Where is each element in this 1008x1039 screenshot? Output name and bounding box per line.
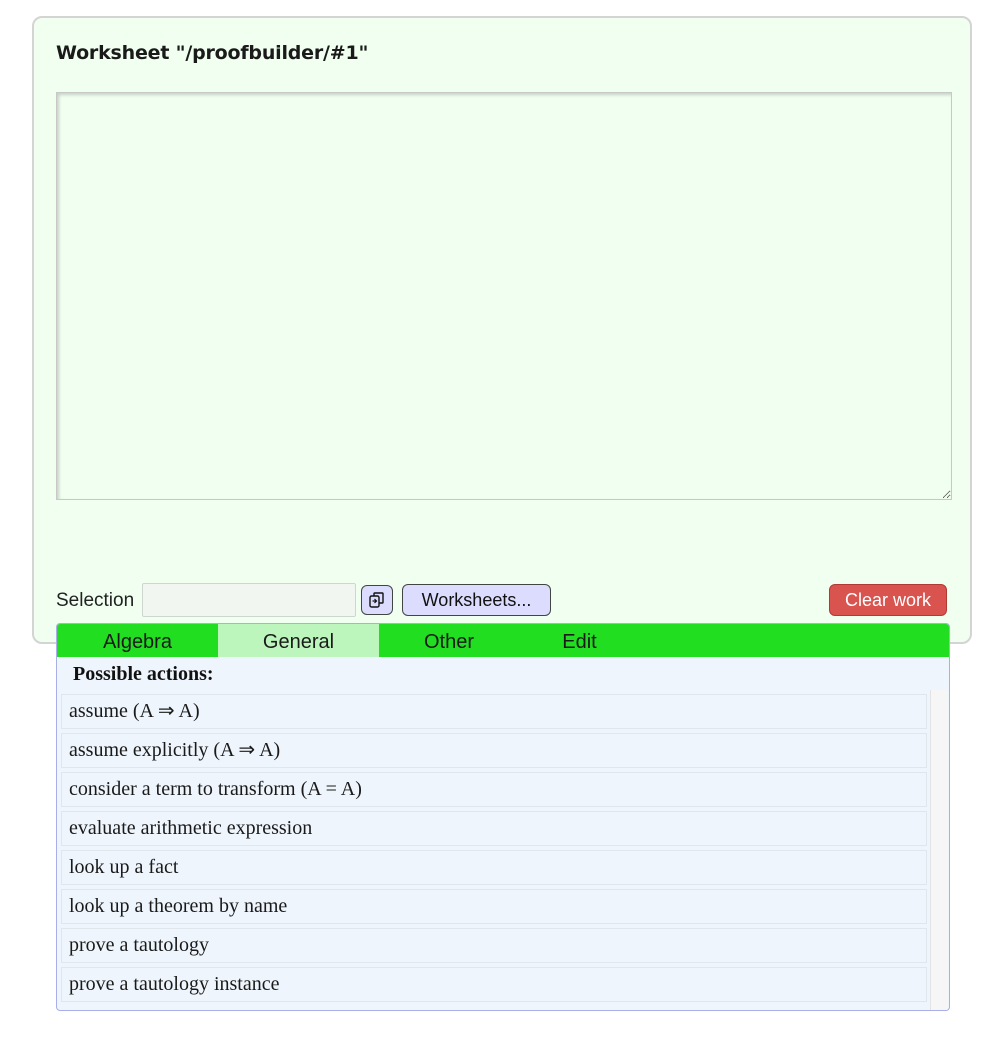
tab-general[interactable]: General bbox=[218, 624, 379, 657]
action-item-look-up-fact[interactable]: look up a fact bbox=[61, 850, 927, 885]
action-item-look-up-theorem[interactable]: look up a theorem by name bbox=[61, 889, 927, 924]
selection-input[interactable] bbox=[142, 583, 356, 617]
action-item-prove-tautology-instance[interactable]: prove a tautology instance bbox=[61, 967, 927, 1002]
action-item-prove-tautology[interactable]: prove a tautology bbox=[61, 928, 927, 963]
action-item-consider-term[interactable]: consider a term to transform (A = A) bbox=[61, 772, 927, 807]
action-item-assume-explicitly[interactable]: assume explicitly (A ⇒ A) bbox=[61, 733, 927, 768]
tab-other[interactable]: Other bbox=[379, 624, 519, 657]
clear-work-button[interactable]: Clear work bbox=[829, 584, 947, 616]
action-list: assume (A ⇒ A) assume explicitly (A ⇒ A)… bbox=[61, 694, 927, 1006]
worksheet-title: Worksheet "/proofbuilder/#1" bbox=[56, 42, 369, 64]
tab-edit[interactable]: Edit bbox=[519, 624, 640, 657]
copy-button[interactable] bbox=[361, 585, 393, 615]
work-area[interactable] bbox=[56, 92, 952, 500]
actions-heading: Possible actions: bbox=[73, 663, 214, 685]
action-list-scrollbar[interactable] bbox=[930, 690, 948, 1010]
tab-bar: Algebra General Other Edit bbox=[57, 624, 949, 657]
worksheets-button[interactable]: Worksheets... bbox=[402, 584, 551, 616]
actions-panel: Algebra General Other Edit Possible acti… bbox=[56, 623, 950, 1011]
action-item-assume[interactable]: assume (A ⇒ A) bbox=[61, 694, 927, 729]
action-item-evaluate-arithmetic[interactable]: evaluate arithmetic expression bbox=[61, 811, 927, 846]
selection-label: Selection bbox=[56, 590, 135, 611]
copy-icon bbox=[368, 591, 386, 609]
worksheet-panel: Worksheet "/proofbuilder/#1" Selection W… bbox=[32, 16, 972, 644]
tab-algebra[interactable]: Algebra bbox=[57, 624, 218, 657]
